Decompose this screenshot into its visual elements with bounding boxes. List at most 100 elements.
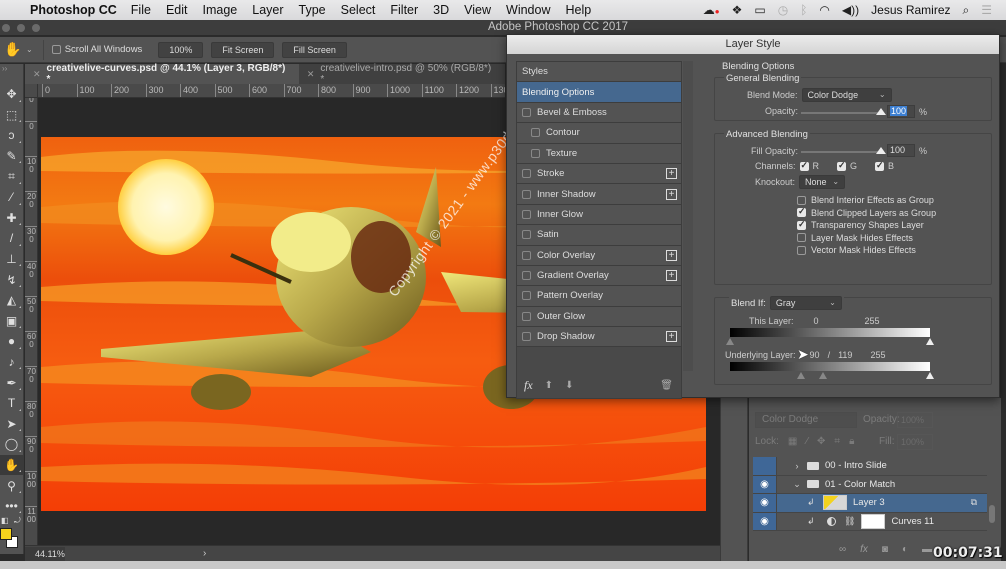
close-tab-icon[interactable]: ✕ bbox=[307, 69, 315, 80]
horizontal-ruler[interactable]: 0 100 200 300 400 500 600 700 800 900 1000 1100 1200… bbox=[38, 84, 505, 98]
default-colors-icon[interactable]: ◧ bbox=[1, 516, 9, 525]
style-item-contour[interactable]: Contour bbox=[517, 123, 681, 144]
layer-thumbnail[interactable] bbox=[823, 495, 847, 511]
tool-preset-dropdown[interactable]: ⌄ bbox=[26, 45, 33, 54]
menu-edit[interactable]: Edit bbox=[166, 3, 188, 17]
marquee-tool-icon[interactable]: ⬚ bbox=[0, 105, 23, 126]
option-blend-interior-effects-as-group[interactable]: Blend Interior Effects as Group bbox=[797, 194, 936, 207]
eye-icon[interactable]: ◉ bbox=[753, 475, 777, 493]
ellipse-tool-icon[interactable]: ◯ bbox=[0, 434, 23, 455]
spotlight-search-icon[interactable]: ⌕ bbox=[963, 3, 970, 18]
time-machine-icon[interactable]: ◷ bbox=[778, 3, 788, 17]
stamp-tool-icon[interactable]: ⊥ bbox=[0, 249, 23, 270]
option-transparency-shapes-layer[interactable]: Transparency Shapes Layer bbox=[797, 219, 936, 232]
status-info-arrow[interactable]: › bbox=[203, 548, 206, 559]
style-item-pattern-overlay[interactable]: Pattern Overlay bbox=[517, 286, 681, 307]
style-item-drop-shadow[interactable]: Drop Shadow + bbox=[517, 327, 681, 348]
panel-grip[interactable]: ›› bbox=[0, 64, 23, 84]
menu-select[interactable]: Select bbox=[341, 3, 376, 17]
fill-input[interactable]: 100% bbox=[897, 434, 933, 450]
fill-opacity-slider-thumb[interactable] bbox=[876, 147, 886, 154]
opacity-slider[interactable] bbox=[801, 108, 886, 115]
tab-creativelive-intro[interactable]: ✕ creativelive-intro.psd @ 50% (RGB/8*) … bbox=[299, 63, 505, 85]
lock-position-icon[interactable]: ✥ bbox=[817, 436, 825, 447]
add-effect-instance-icon[interactable]: + bbox=[666, 270, 677, 282]
brush-tool-icon[interactable]: / bbox=[0, 228, 23, 249]
underlying-layer-gradient[interactable] bbox=[730, 362, 930, 371]
move-tool-icon[interactable]: ✥ bbox=[0, 84, 23, 105]
option-checkbox[interactable] bbox=[797, 233, 806, 243]
add-effect-instance-icon[interactable]: + bbox=[666, 188, 677, 200]
collapse-arrow-icon[interactable]: ⌄ bbox=[791, 479, 803, 490]
layers-scrollbar[interactable] bbox=[989, 505, 995, 523]
blend-if-select[interactable]: Gray ⌄ bbox=[769, 296, 842, 310]
blur-tool-icon[interactable]: ● bbox=[0, 331, 23, 352]
style-item-bevel-emboss[interactable]: Bevel & Emboss bbox=[517, 102, 681, 124]
vertical-ruler[interactable]: 100010020030040050060070080090010001100 bbox=[25, 98, 38, 545]
fill-screen-button[interactable]: Fill Screen bbox=[282, 41, 347, 58]
style-item-inner-glow[interactable]: Inner Glow bbox=[517, 204, 681, 226]
lock-transparent-icon[interactable]: ▦ bbox=[788, 436, 797, 447]
more-tool-icon[interactable]: ••• bbox=[0, 496, 23, 517]
path-select-tool-icon[interactable]: ➤ bbox=[0, 414, 23, 435]
scroll-all-windows-checkbox[interactable]: Scroll All Windows bbox=[51, 44, 142, 55]
style-item-inner-shadow[interactable]: Inner Shadow + bbox=[517, 184, 681, 205]
style-item-stroke[interactable]: Stroke + bbox=[517, 163, 681, 185]
menu-view[interactable]: View bbox=[464, 3, 491, 17]
effect-checkbox[interactable] bbox=[522, 107, 531, 117]
add-layer-style-icon[interactable]: fx bbox=[860, 544, 868, 555]
pen-tool-icon[interactable]: ✒ bbox=[0, 372, 23, 393]
style-item-color-overlay[interactable]: Color Overlay + bbox=[517, 245, 681, 266]
hand-tool-icon[interactable]: ✋ bbox=[0, 454, 23, 476]
style-item-texture[interactable]: Texture bbox=[517, 143, 681, 164]
zoom-100-button[interactable]: 100% bbox=[158, 41, 204, 58]
fit-screen-button[interactable]: Fit Screen bbox=[211, 41, 275, 58]
link-icon[interactable]: ⛓ bbox=[844, 516, 855, 527]
menu-type[interactable]: Type bbox=[299, 3, 326, 17]
effect-checkbox[interactable] bbox=[522, 311, 531, 321]
tab-creativelive-curves[interactable]: ✕ creativelive-curves.psd @ 44.1% (Layer… bbox=[25, 63, 299, 85]
styles-list-scrollbar[interactable] bbox=[683, 61, 693, 371]
option-blend-clipped-layers-as-group[interactable]: Blend Clipped Layers as Group bbox=[797, 206, 936, 220]
option-checkbox[interactable] bbox=[797, 245, 806, 255]
wifi-icon[interactable]: ◠ bbox=[819, 3, 829, 17]
effect-checkbox[interactable] bbox=[522, 291, 531, 301]
close-tab-icon[interactable]: ✕ bbox=[33, 69, 41, 80]
effect-checkbox[interactable] bbox=[522, 230, 531, 240]
history-brush-tool-icon[interactable]: ↯ bbox=[0, 269, 23, 290]
dropbox-icon[interactable]: ❖ bbox=[732, 3, 743, 17]
option-checkbox[interactable] bbox=[797, 219, 806, 230]
opacity-slider-thumb[interactable] bbox=[876, 108, 886, 115]
notification-center-icon[interactable]: ☰ bbox=[981, 3, 992, 17]
option-checkbox[interactable] bbox=[797, 195, 806, 205]
eyedropper-tool-icon[interactable]: ⁄ bbox=[0, 187, 23, 208]
layer-blend-mode-select[interactable]: Color Dodge bbox=[755, 412, 857, 428]
add-mask-icon[interactable]: ◙ bbox=[882, 544, 888, 555]
lock-image-icon[interactable]: ⁄ bbox=[806, 436, 808, 447]
style-item-gradient-overlay[interactable]: Gradient Overlay + bbox=[517, 265, 681, 287]
effect-checkbox[interactable] bbox=[522, 189, 531, 199]
layer-opacity-input[interactable]: 100% bbox=[897, 412, 933, 428]
style-item-blending-options[interactable]: Blending Options bbox=[517, 82, 681, 103]
menu-filter[interactable]: Filter bbox=[390, 3, 418, 17]
layer-effects-badge-icon[interactable]: ⧉ bbox=[971, 497, 977, 508]
add-effect-button[interactable]: fx bbox=[524, 378, 533, 393]
layer-row-curves-11[interactable]: ◉ ↲ ⛓ Curves 11 bbox=[753, 512, 987, 531]
healing-tool-icon[interactable]: ✚ bbox=[0, 208, 23, 229]
menu-file[interactable]: File bbox=[131, 3, 151, 17]
menu-3d[interactable]: 3D bbox=[433, 3, 449, 17]
menu-layer[interactable]: Layer bbox=[252, 3, 283, 17]
menu-image[interactable]: Image bbox=[203, 3, 238, 17]
quick-select-tool-icon[interactable]: ✎ bbox=[0, 146, 23, 167]
effect-checkbox[interactable] bbox=[522, 271, 531, 281]
zoom-tool-icon[interactable]: ⚲ bbox=[0, 475, 23, 496]
crop-tool-icon[interactable]: ⌗ bbox=[0, 166, 23, 187]
ruler-origin[interactable] bbox=[25, 84, 38, 98]
effect-checkbox[interactable] bbox=[522, 250, 531, 260]
add-effect-instance-icon[interactable]: + bbox=[666, 168, 677, 180]
dodge-tool-icon[interactable]: ♪ bbox=[0, 352, 23, 373]
add-effect-instance-icon[interactable]: + bbox=[666, 249, 677, 261]
swap-colors-icon[interactable]: ⤾ bbox=[14, 516, 21, 526]
effect-checkbox[interactable] bbox=[522, 332, 531, 342]
airplay-icon[interactable]: ▭ bbox=[754, 3, 765, 17]
